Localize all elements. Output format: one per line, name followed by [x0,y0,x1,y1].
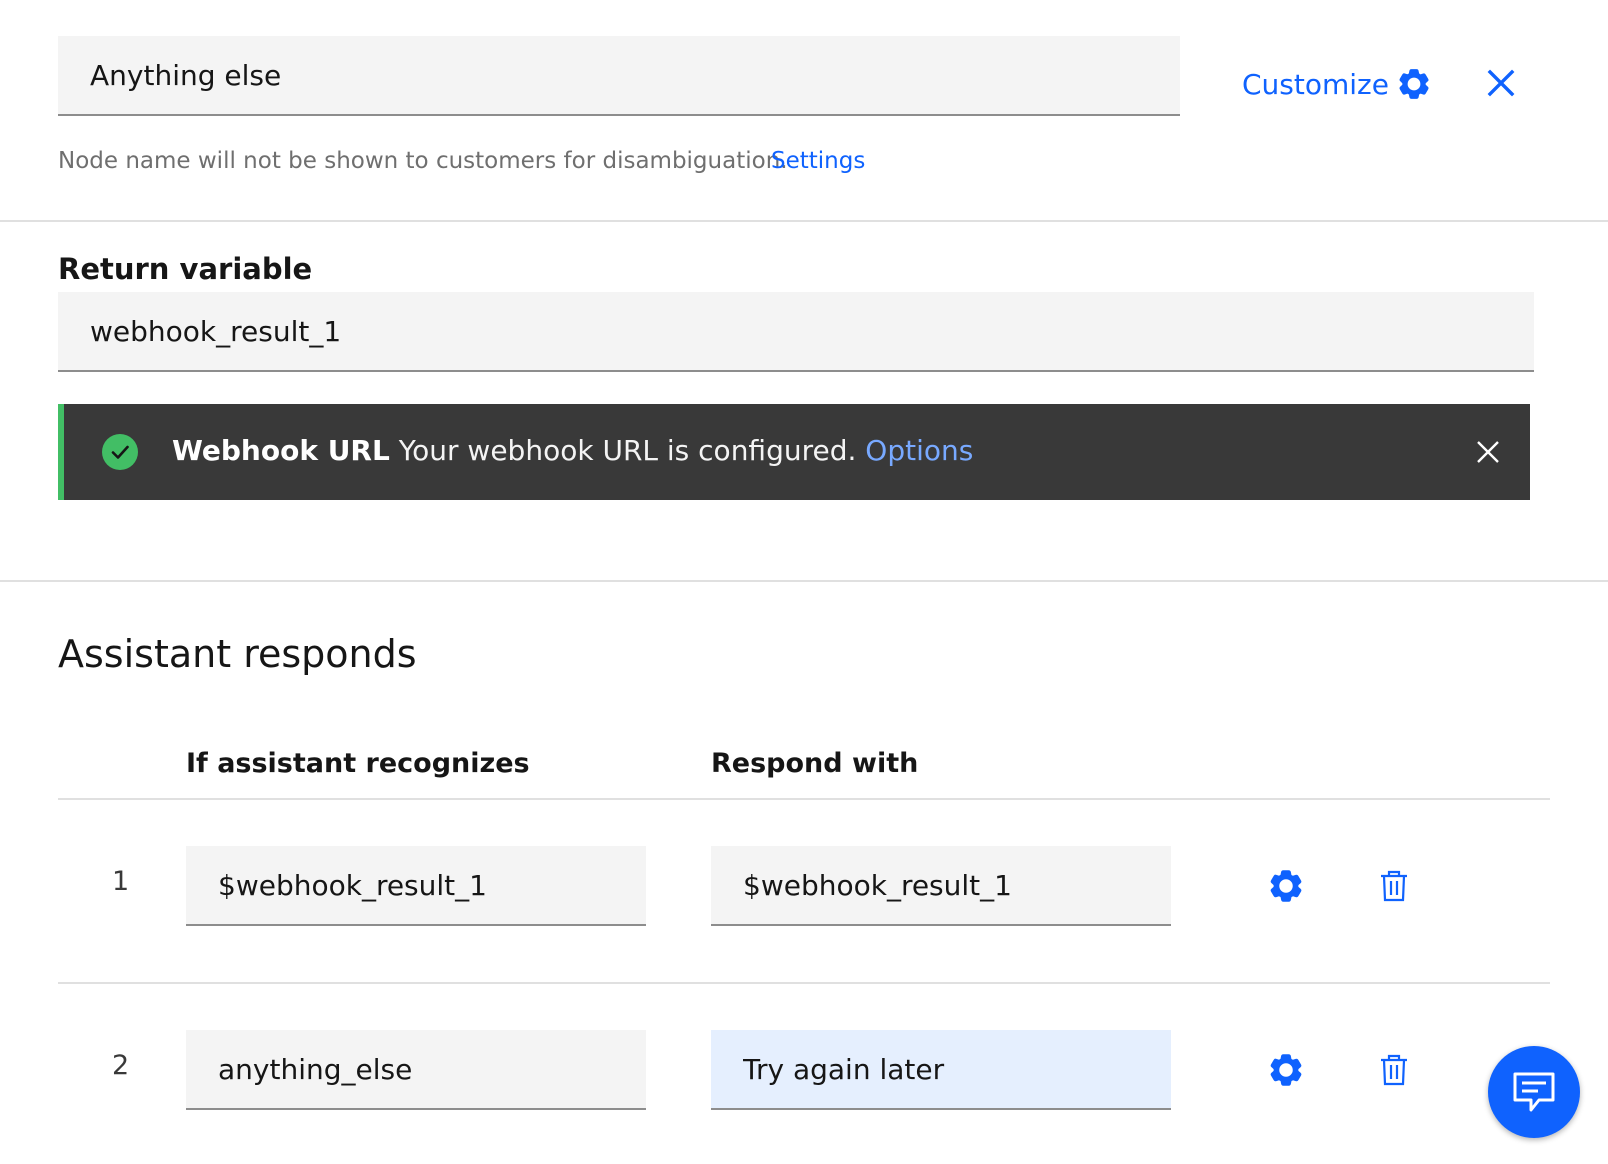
column-header-condition: If assistant recognizes [186,748,530,779]
gear-icon[interactable] [1268,868,1304,904]
return-variable-label: Return variable [58,252,313,286]
settings-link[interactable]: Settings [771,148,865,174]
divider [0,580,1608,582]
divider [58,982,1550,984]
row-number: 2 [112,1050,130,1081]
trash-icon[interactable] [1380,1054,1408,1086]
condition-input[interactable] [186,846,646,926]
chat-icon [1513,1072,1555,1112]
customize-label: Customize [1242,67,1389,101]
gear-icon [1399,69,1429,99]
trash-icon[interactable] [1380,870,1408,902]
webhook-notification: Webhook URL Your webhook URL is configur… [58,404,1530,500]
checkmark-filled-icon [102,434,138,470]
close-icon[interactable] [1486,68,1516,98]
notification-close-icon[interactable] [1476,440,1500,464]
row-number: 1 [112,866,130,897]
response-input[interactable] [711,846,1171,926]
condition-input[interactable] [186,1030,646,1110]
notification-message: Your webhook URL is configured. [398,434,857,467]
section-title: Assistant responds [58,632,417,676]
node-name-input[interactable] [58,36,1180,116]
node-editor-panel: Customize Node name will not be shown to… [0,0,1608,1164]
column-header-response: Respond with [711,748,919,779]
node-name-helper-text: Node name will not be shown to customers… [58,148,788,174]
divider [0,220,1608,222]
notification-options-link[interactable]: Options [865,434,973,467]
return-variable-input[interactable] [58,292,1534,372]
notification-title: Webhook URL [172,434,390,467]
divider [58,798,1550,800]
gear-icon[interactable] [1268,1052,1304,1088]
response-input[interactable] [711,1030,1171,1110]
chat-launcher-button[interactable] [1488,1046,1580,1138]
customize-button[interactable]: Customize [1242,62,1431,106]
notification-text: Webhook URL Your webhook URL is configur… [172,434,973,467]
